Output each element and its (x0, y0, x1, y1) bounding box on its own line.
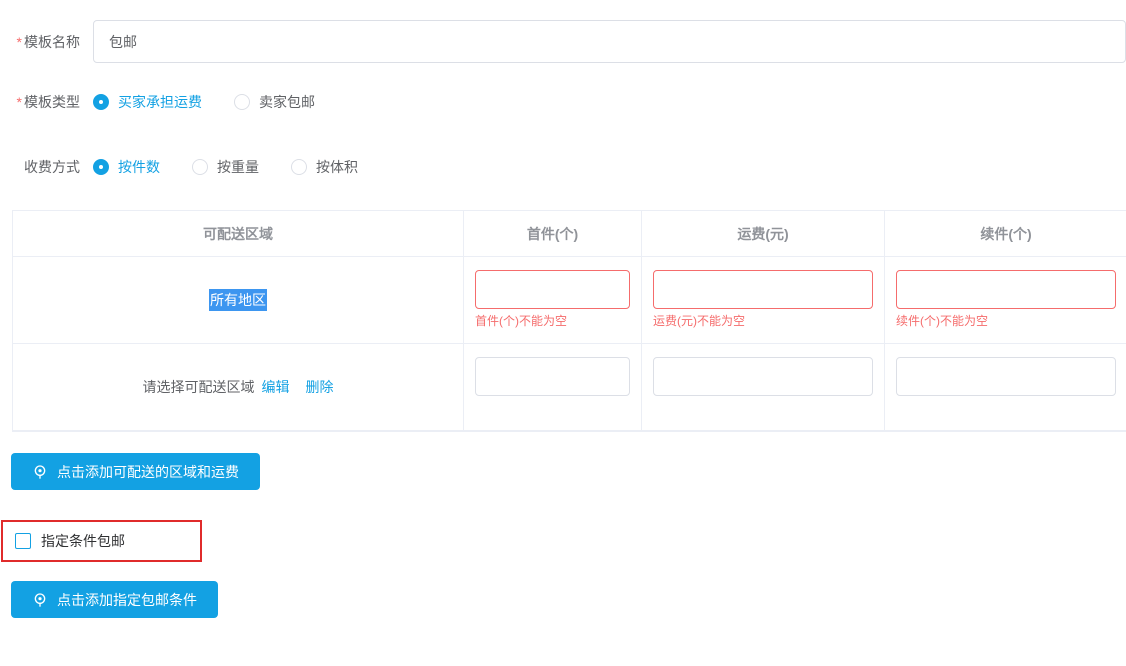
radio-buyer-pays[interactable]: 买家承担运费 (93, 92, 202, 112)
conditional-free-shipping-box: 指定条件包邮 (1, 520, 202, 562)
additional-piece-cell (885, 344, 1126, 431)
shipping-template-form: *模板名称 *模板类型 买家承担运费 卖家包邮 收费方式 按件数 按重 (0, 0, 1126, 666)
column-header-first-piece: 首件(个) (464, 211, 642, 257)
fee-cell: 运费(元)不能为空 (642, 257, 885, 344)
first-piece-input[interactable] (475, 357, 630, 396)
all-regions-text[interactable]: 所有地区 (209, 289, 267, 311)
additional-piece-input[interactable] (896, 357, 1116, 396)
fee-cell (642, 344, 885, 431)
first-piece-cell (464, 344, 642, 431)
additional-piece-input[interactable] (896, 270, 1116, 309)
radio-selected-icon[interactable] (93, 94, 109, 110)
template-name-label: *模板名称 (0, 32, 80, 52)
required-asterisk: * (17, 94, 22, 110)
radio-by-volume-label: 按体积 (316, 157, 358, 177)
charge-method-label: 收费方式 (0, 157, 80, 177)
radio-seller-free[interactable]: 卖家包邮 (234, 92, 315, 112)
radio-selected-icon[interactable] (93, 159, 109, 175)
add-condition-button-label: 点击添加指定包邮条件 (57, 590, 197, 610)
template-type-label: *模板类型 (0, 92, 80, 112)
radio-by-weight-label: 按重量 (217, 157, 259, 177)
table-row-region-cell: 请选择可配送区域 编辑 删除 (13, 344, 464, 431)
template-type-radio-group: 买家承担运费 卖家包邮 (93, 92, 347, 112)
location-pin-icon (32, 464, 48, 480)
charge-method-row: 收费方式 按件数 按重量 按体积 (0, 158, 390, 176)
additional-piece-cell: 续件(个)不能为空 (885, 257, 1126, 344)
template-type-row: *模板类型 买家承担运费 卖家包邮 (0, 93, 347, 111)
add-region-button[interactable]: 点击添加可配送的区域和运费 (11, 453, 260, 490)
fee-error: 运费(元)不能为空 (653, 314, 873, 328)
first-piece-input[interactable] (475, 270, 630, 309)
edit-link[interactable]: 编辑 (262, 377, 290, 397)
first-piece-cell: 首件(个)不能为空 (464, 257, 642, 344)
shipping-fee-table: 可配送区域 首件(个) 运费(元) 续件(个) 所有地区 首件(个)不能为空 运… (12, 210, 1126, 432)
table-row-region-cell: 所有地区 (13, 257, 464, 344)
radio-by-piece-label: 按件数 (118, 157, 160, 177)
template-name-row: *模板名称 (0, 20, 1126, 63)
select-region-text: 请选择可配送区域 (143, 377, 255, 397)
add-condition-button[interactable]: 点击添加指定包邮条件 (11, 581, 218, 618)
radio-buyer-pays-label: 买家承担运费 (118, 92, 202, 112)
column-header-fee: 运费(元) (642, 211, 885, 257)
radio-by-volume[interactable]: 按体积 (291, 157, 358, 177)
location-pin-icon (32, 592, 48, 608)
delete-link[interactable]: 删除 (306, 377, 334, 397)
radio-unselected-icon[interactable] (291, 159, 307, 175)
column-header-additional-piece: 续件(个) (885, 211, 1126, 257)
fee-input[interactable] (653, 357, 873, 396)
radio-by-piece[interactable]: 按件数 (93, 157, 160, 177)
add-region-button-label: 点击添加可配送的区域和运费 (57, 462, 239, 482)
conditional-free-shipping-label: 指定条件包邮 (41, 531, 125, 551)
required-asterisk: * (17, 34, 22, 50)
radio-seller-free-label: 卖家包邮 (259, 92, 315, 112)
radio-by-weight[interactable]: 按重量 (192, 157, 259, 177)
first-piece-error: 首件(个)不能为空 (475, 314, 630, 328)
template-name-input[interactable] (93, 20, 1126, 63)
column-header-region: 可配送区域 (13, 211, 464, 257)
charge-method-radio-group: 按件数 按重量 按体积 (93, 157, 390, 177)
additional-piece-error: 续件(个)不能为空 (896, 314, 1116, 328)
radio-unselected-icon[interactable] (192, 159, 208, 175)
conditional-free-shipping-checkbox[interactable] (15, 533, 31, 549)
fee-input[interactable] (653, 270, 873, 309)
radio-unselected-icon[interactable] (234, 94, 250, 110)
